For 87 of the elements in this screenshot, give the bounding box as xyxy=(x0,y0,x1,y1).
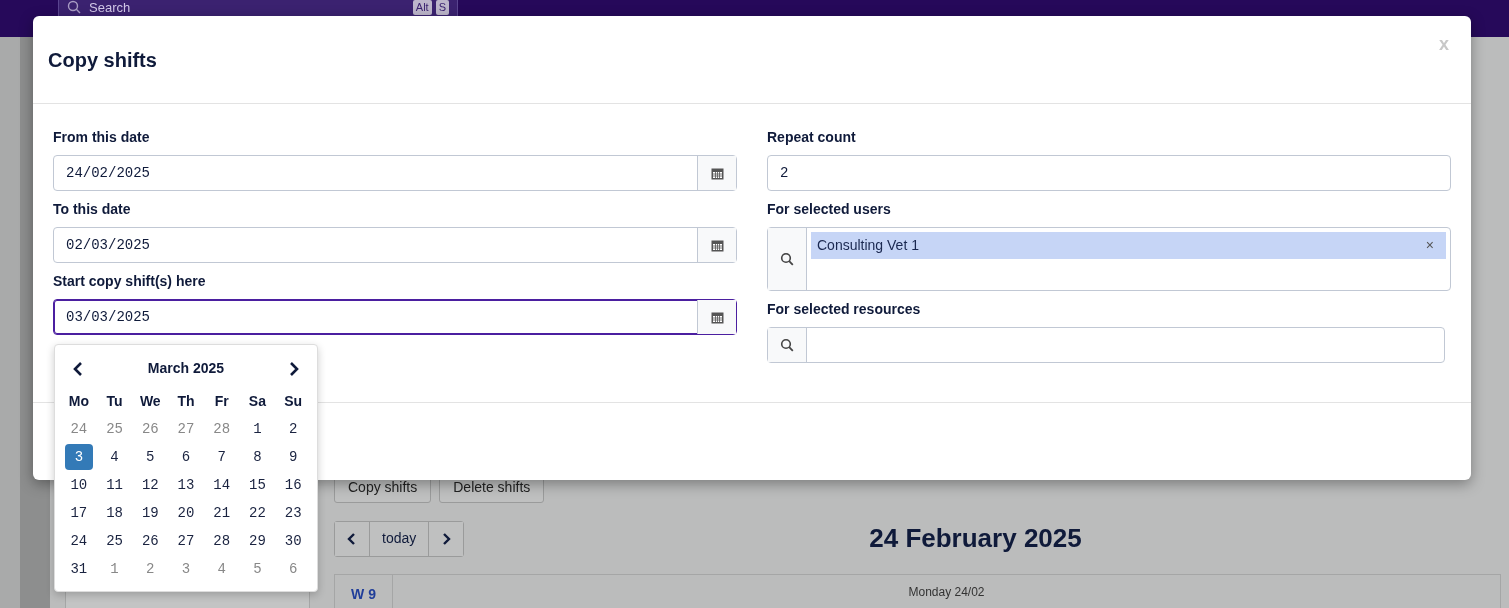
date-field[interactable]: 02/03/2025 xyxy=(53,227,737,263)
search-field[interactable]: Search xyxy=(89,0,131,15)
calendar-day[interactable]: 23 xyxy=(275,499,311,527)
date-field[interactable]: 03/03/2025 xyxy=(53,299,737,335)
calendar-day[interactable]: 1 xyxy=(96,555,133,583)
chevron-left-icon xyxy=(347,532,357,545)
calendar-icon xyxy=(710,166,724,180)
calendar-day[interactable]: 20 xyxy=(168,499,204,527)
today-button[interactable]: today xyxy=(370,521,430,556)
calendar-day[interactable]: 3 xyxy=(65,444,93,470)
weekday-label: Mo xyxy=(67,391,90,411)
month-title: March 2025 xyxy=(147,358,225,378)
calendar-day[interactable]: 31 xyxy=(61,555,97,583)
calendar-button[interactable] xyxy=(697,300,736,334)
chevron-right-icon xyxy=(441,532,452,545)
weekday-label: Sa xyxy=(247,391,267,411)
calendar-day[interactable]: 17 xyxy=(61,499,97,527)
calendar-day[interactable]: 19 xyxy=(132,499,169,527)
calendar-day[interactable]: 30 xyxy=(275,527,311,555)
calendar-day[interactable]: 6 xyxy=(275,555,311,583)
calendar-day[interactable]: 26 xyxy=(132,415,169,443)
calendar-day[interactable]: 10 xyxy=(61,471,97,499)
calendar-day[interactable]: 9 xyxy=(275,443,311,471)
calendar-day[interactable]: 12 xyxy=(132,471,169,499)
week-number: W 9 xyxy=(351,584,376,604)
previous-button[interactable] xyxy=(335,521,370,556)
calendar-day[interactable]: 18 xyxy=(96,499,133,527)
calendar-day[interactable]: 2 xyxy=(275,415,311,443)
calendar-day[interactable]: 29 xyxy=(239,527,276,555)
calendar-day[interactable]: 5 xyxy=(239,555,276,583)
calendar-day[interactable]: 26 xyxy=(132,527,169,555)
search-icon xyxy=(780,338,794,352)
calendar-day[interactable]: 3 xyxy=(168,555,204,583)
day-header: Monday 24/02 xyxy=(908,584,985,601)
remove-tag-button[interactable]: × xyxy=(1419,234,1440,257)
shortcut-key: Alt xyxy=(412,0,432,15)
calendar-day[interactable]: 5 xyxy=(132,443,169,471)
calendar-button[interactable] xyxy=(697,156,736,190)
field-label: Repeat count xyxy=(767,128,857,147)
chevron-left-icon xyxy=(73,361,83,376)
chevron-right-icon xyxy=(289,361,299,376)
calendar-day[interactable]: 13 xyxy=(168,471,204,499)
shortcut-key: S xyxy=(435,0,449,15)
dialog-title: Copy shifts xyxy=(48,47,157,72)
field-label: For selected resources xyxy=(767,300,922,319)
weekday-label: We xyxy=(138,391,162,411)
weekday-label: Th xyxy=(176,391,196,411)
date-field[interactable]: 24/02/2025 xyxy=(53,155,737,191)
calendar-day[interactable]: 14 xyxy=(203,471,240,499)
user-select-field[interactable]: Consulting Vet 1 × xyxy=(767,227,1451,291)
weekday-label: Tu xyxy=(105,391,124,411)
calendar-day[interactable]: 28 xyxy=(203,415,240,443)
tag-label: Consulting Vet 1 xyxy=(817,236,919,255)
resource-select-field[interactable] xyxy=(767,327,1445,363)
repeat-count-field[interactable]: 2 xyxy=(767,155,1451,191)
calendar-day[interactable]: 28 xyxy=(203,527,240,555)
field-label: Start copy shift(s) here xyxy=(53,272,207,291)
search-icon xyxy=(67,0,81,14)
calendar-day[interactable]: 7 xyxy=(203,443,240,471)
calendar-day[interactable]: 16 xyxy=(275,471,311,499)
calendar-icon xyxy=(710,238,724,252)
calendar-day[interactable]: 11 xyxy=(96,471,133,499)
calendar-button[interactable] xyxy=(697,228,736,262)
weekday-label: Fr xyxy=(213,391,230,411)
calendar-day[interactable]: 25 xyxy=(96,415,133,443)
calendar-icon xyxy=(710,310,724,324)
calendar-day[interactable]: 21 xyxy=(203,499,240,527)
field-label: To this date xyxy=(53,200,132,219)
calendar-day[interactable]: 8 xyxy=(239,443,276,471)
calendar-day[interactable]: 2 xyxy=(132,555,169,583)
field-label: From this date xyxy=(53,128,151,147)
calendar-day[interactable]: 4 xyxy=(96,443,133,471)
field-label: For selected users xyxy=(767,200,892,219)
weekday-label: Su xyxy=(283,391,304,411)
calendar-day[interactable]: 22 xyxy=(239,499,276,527)
calendar-day[interactable]: 24 xyxy=(61,415,97,443)
calendar-day[interactable]: 24 xyxy=(61,527,97,555)
calendar-day[interactable]: 27 xyxy=(168,415,204,443)
calendar-day[interactable]: 4 xyxy=(203,555,240,583)
calendar-day[interactable]: 6 xyxy=(168,443,204,471)
search-icon xyxy=(780,252,794,266)
calendar-title: 24 February 2025 xyxy=(869,522,1082,555)
calendar-day[interactable]: 25 xyxy=(96,527,133,555)
calendar-day[interactable]: 1 xyxy=(239,415,276,443)
calendar-day[interactable]: 15 xyxy=(239,471,276,499)
next-button[interactable] xyxy=(429,521,464,556)
calendar-day[interactable]: 27 xyxy=(168,527,204,555)
